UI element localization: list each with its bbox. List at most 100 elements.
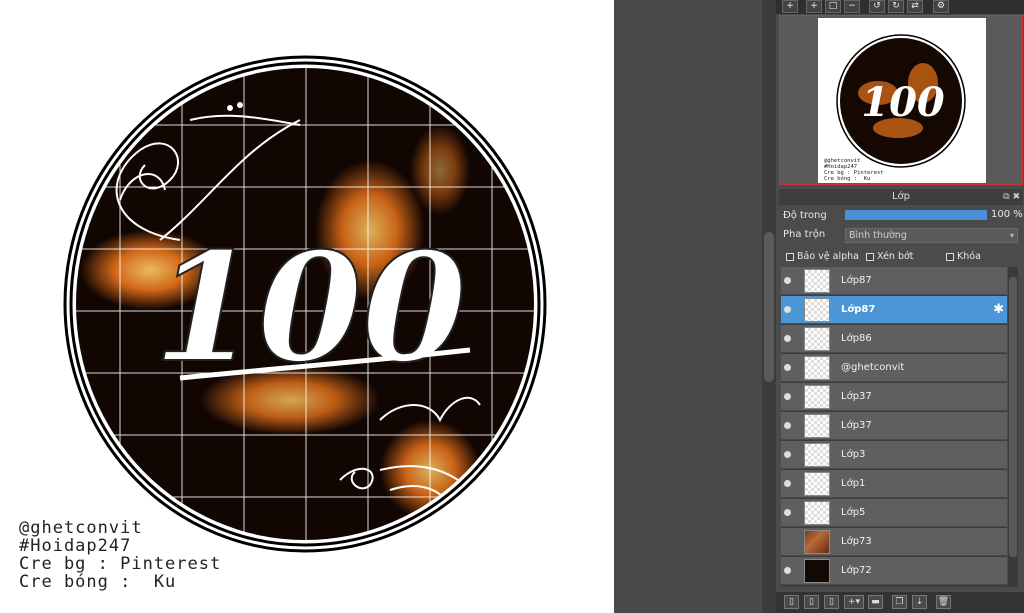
layer-row-selected[interactable]: Lớp87 ✱ xyxy=(781,296,1007,324)
lock-checkbox[interactable]: Khóa xyxy=(946,251,981,262)
credit-caption: @ghetconvit #Hoidap247 Cre bg : Pinteres… xyxy=(19,519,221,591)
rotate-left-icon[interactable]: ↺ xyxy=(869,0,885,13)
gear-icon[interactable]: ✱ xyxy=(993,302,1004,317)
layer-name: Lớp72 xyxy=(841,565,872,576)
eye-icon[interactable] xyxy=(784,451,791,458)
layer-thumbnail xyxy=(804,356,830,380)
clip-label: Xén bớt xyxy=(877,251,914,262)
delete-layer-icon[interactable]: 🗑 xyxy=(936,595,951,609)
drawing-canvas[interactable]: 100 @ghetconvit #Hoidap247 Cre bg : Pint… xyxy=(0,0,614,613)
navigator-page: 100 @ghetconvit #Hoidap247 Cre bg : Pint… xyxy=(818,18,986,183)
layer-thumbnail xyxy=(804,530,830,554)
layer-panel-header: Lớp ⧉ ✖ xyxy=(779,189,1023,205)
chevron-down-icon: ▾ xyxy=(1009,231,1014,240)
protect-alpha-label: Bảo vệ alpha xyxy=(797,251,859,262)
opacity-slider[interactable] xyxy=(845,210,987,220)
checkbox-box[interactable] xyxy=(946,252,954,261)
protect-alpha-checkbox[interactable]: Bảo vệ alpha xyxy=(786,251,859,262)
navigator-preview[interactable]: 100 @ghetconvit #Hoidap247 Cre bg : Pint… xyxy=(779,15,1023,185)
layer-thumbnail xyxy=(804,385,830,409)
layer-name: Lớp73 xyxy=(841,536,872,547)
navigator-caption: @ghetconvit #Hoidap247 Cre bg : Pinteres… xyxy=(824,158,884,182)
layer-name: Lớp86 xyxy=(841,333,872,344)
layer-row[interactable]: Lớp5 xyxy=(781,499,1007,527)
thumbnail-number: 100 xyxy=(861,79,945,126)
blend-mode-value: Bình thường xyxy=(849,230,907,241)
layer-row[interactable]: Lớp1 xyxy=(781,470,1007,498)
layer-row[interactable]: Lớp3 xyxy=(781,441,1007,469)
merge-layer-icon[interactable]: ⇣ xyxy=(912,595,927,609)
popout-icon[interactable]: ⧉ xyxy=(1003,192,1009,202)
caption-line: @ghetconvit xyxy=(19,518,143,538)
eye-icon[interactable] xyxy=(784,335,791,342)
layer-name: Lớp87 xyxy=(841,275,872,286)
zoom-in-icon[interactable]: + xyxy=(782,0,798,13)
add-layer-dropdown-icon[interactable]: +▾ xyxy=(844,595,864,609)
caption-line: Cre bóng : Ku xyxy=(19,572,177,592)
blend-label: Pha trộn xyxy=(783,229,826,240)
navigator-toolbar: + + □ − ↺ ↻ ⇄ ⚙ xyxy=(776,0,1024,14)
layer-actions-bar: ▯ ▯ ▯ +▾ ▬ ❐ ⇣ 🗑 xyxy=(776,592,1024,613)
layer-name: Lớp37 xyxy=(841,420,872,431)
nav-caption-line: Cre bóng : Ku xyxy=(824,176,871,182)
eye-icon[interactable] xyxy=(784,422,791,429)
folder-icon[interactable]: ▬ xyxy=(868,595,883,609)
checkbox-box[interactable] xyxy=(786,252,794,261)
layer-row[interactable]: Lớp73 xyxy=(781,528,1007,556)
layer-row[interactable]: Lớp37 xyxy=(781,412,1007,440)
layer-thumbnail xyxy=(804,414,830,438)
layer-name: Lớp37 xyxy=(841,391,872,402)
opacity-label: Độ trong xyxy=(783,210,827,221)
layer-thumbnail xyxy=(804,298,830,322)
eye-icon[interactable] xyxy=(784,509,791,516)
layer-thumbnail xyxy=(804,269,830,293)
eye-icon[interactable] xyxy=(784,480,791,487)
new-halftone-layer-icon[interactable]: ▯ xyxy=(804,595,819,609)
layer-name: Lớp1 xyxy=(841,478,866,489)
checkbox-box[interactable] xyxy=(866,252,874,261)
layer-list[interactable]: Lớp87 Lớp87 ✱ Lớp86 @ghetconvit Lớp37 Lớ… xyxy=(781,267,1007,587)
scrollbar-thumb[interactable] xyxy=(1009,277,1017,557)
eye-icon[interactable] xyxy=(784,364,791,371)
layer-thumbnail xyxy=(804,327,830,351)
layer-thumbnail xyxy=(804,443,830,467)
layer-row[interactable]: Lớp72 xyxy=(781,557,1007,585)
canvas-background xyxy=(614,0,762,613)
layer-thumbnail xyxy=(804,559,830,583)
caption-line: #Hoidap247 xyxy=(19,536,132,556)
opacity-value: 100 % xyxy=(991,209,1023,220)
layer-row[interactable]: Lớp86 xyxy=(781,325,1007,353)
layer-name: @ghetconvit xyxy=(841,362,905,373)
layer-list-scrollbar[interactable] xyxy=(1008,267,1018,587)
layer-name: Lớp3 xyxy=(841,449,866,460)
rotate-right-icon[interactable]: ↻ xyxy=(888,0,904,13)
flip-icon[interactable]: ⇄ xyxy=(907,0,923,13)
lock-label: Khóa xyxy=(957,251,981,262)
new-layer-icon[interactable]: ▯ xyxy=(784,595,799,609)
caption-line: Cre bg : Pinterest xyxy=(19,554,222,574)
new-1bit-layer-icon[interactable]: ▯ xyxy=(824,595,839,609)
eye-icon[interactable] xyxy=(784,277,791,284)
layer-row[interactable]: @ghetconvit xyxy=(781,354,1007,382)
canvas-scrollbar[interactable] xyxy=(762,0,776,613)
scrollbar-thumb[interactable] xyxy=(764,232,774,382)
fit-icon[interactable]: □ xyxy=(825,0,841,13)
layer-thumbnail xyxy=(804,501,830,525)
settings-icon[interactable]: ⚙ xyxy=(933,0,949,13)
clip-checkbox[interactable]: Xén bớt xyxy=(866,251,914,262)
layer-name: Lớp87 xyxy=(841,304,876,315)
zoom-out-icon[interactable]: − xyxy=(844,0,860,13)
right-panel: + + □ − ↺ ↻ ⇄ ⚙ 100 @ghetconvit #Hoidap2… xyxy=(776,0,1024,613)
number-100: 100 xyxy=(153,220,466,396)
blend-mode-select[interactable]: Bình thường ▾ xyxy=(845,228,1018,243)
eye-icon[interactable] xyxy=(784,567,791,574)
eye-icon[interactable] xyxy=(784,393,791,400)
layer-thumbnail xyxy=(804,472,830,496)
eye-icon[interactable] xyxy=(784,306,791,313)
duplicate-layer-icon[interactable]: ❐ xyxy=(892,595,907,609)
layer-row[interactable]: Lớp87 xyxy=(781,267,1007,295)
layer-panel-title: Lớp xyxy=(891,191,911,202)
close-icon[interactable]: ✖ xyxy=(1012,192,1020,202)
zoom-in-icon[interactable]: + xyxy=(806,0,822,13)
layer-row[interactable]: Lớp37 xyxy=(781,383,1007,411)
